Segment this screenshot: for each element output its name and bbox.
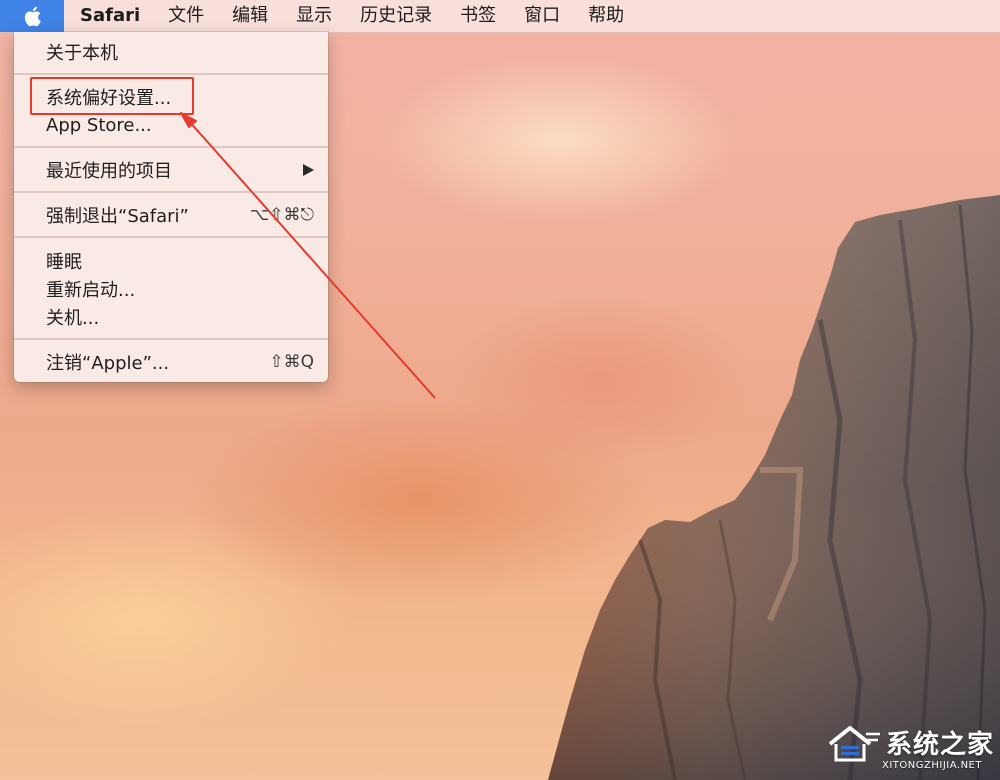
house-logo-icon bbox=[828, 726, 880, 762]
menu-item-label: 最近使用的项目 bbox=[46, 161, 172, 182]
menu-item-label: 注销“Apple”... bbox=[46, 353, 170, 374]
apple-menu-button[interactable] bbox=[0, 0, 64, 32]
menu-item-label: 关机... bbox=[46, 308, 100, 329]
menu-item-about[interactable]: 关于本机 bbox=[14, 37, 328, 67]
menubar-view[interactable]: 显示 bbox=[282, 0, 346, 32]
menu-separator bbox=[14, 73, 328, 75]
menu-item-shortcut: ⌥⇧⌘⎋ bbox=[249, 205, 314, 225]
menu-separator bbox=[14, 338, 328, 340]
menu-item-shutdown[interactable]: 关机... bbox=[14, 302, 328, 332]
menu-separator bbox=[14, 146, 328, 148]
menubar-edit[interactable]: 编辑 bbox=[218, 0, 282, 32]
menubar-file[interactable]: 文件 bbox=[154, 0, 218, 32]
menu-item-label: 重新启动... bbox=[46, 280, 136, 301]
watermark-name: 系统之家 bbox=[886, 730, 995, 760]
menu-item-force-quit[interactable]: 强制退出“Safari” ⌥⇧⌘⎋ bbox=[14, 200, 328, 230]
menubar-bookmarks[interactable]: 书签 bbox=[446, 0, 510, 32]
submenu-arrow-icon bbox=[303, 164, 314, 176]
menu-item-restart[interactable]: 重新启动... bbox=[14, 274, 328, 304]
menu-item-shortcut: ⇧⌘Q bbox=[269, 352, 314, 372]
annotation-highlight-box bbox=[30, 77, 194, 115]
menu-item-sleep[interactable]: 睡眠 bbox=[14, 246, 328, 276]
menubar-window[interactable]: 窗口 bbox=[510, 0, 574, 32]
watermark: 系统之家 XITONGZHIJIA.NET bbox=[822, 722, 995, 776]
menu-separator bbox=[14, 191, 328, 193]
menubar-help[interactable]: 帮助 bbox=[574, 0, 638, 32]
menubar-history[interactable]: 历史记录 bbox=[346, 0, 446, 32]
menu-separator bbox=[14, 236, 328, 238]
watermark-url: XITONGZHIJIA.NET bbox=[882, 760, 982, 771]
apple-icon bbox=[24, 6, 41, 26]
menu-item-label: 关于本机 bbox=[46, 43, 118, 64]
menu-item-label: App Store... bbox=[46, 114, 152, 136]
menubar-app-safari[interactable]: Safari bbox=[64, 0, 154, 32]
menu-item-recent-items[interactable]: 最近使用的项目 bbox=[14, 155, 328, 185]
menu-item-logout[interactable]: 注销“Apple”... ⇧⌘Q bbox=[14, 347, 328, 377]
menu-item-label: 强制退出“Safari” bbox=[46, 206, 189, 227]
menu-item-label: 睡眠 bbox=[46, 252, 82, 273]
menu-bar: Safari 文件 编辑 显示 历史记录 书签 窗口 帮助 bbox=[0, 0, 1000, 33]
